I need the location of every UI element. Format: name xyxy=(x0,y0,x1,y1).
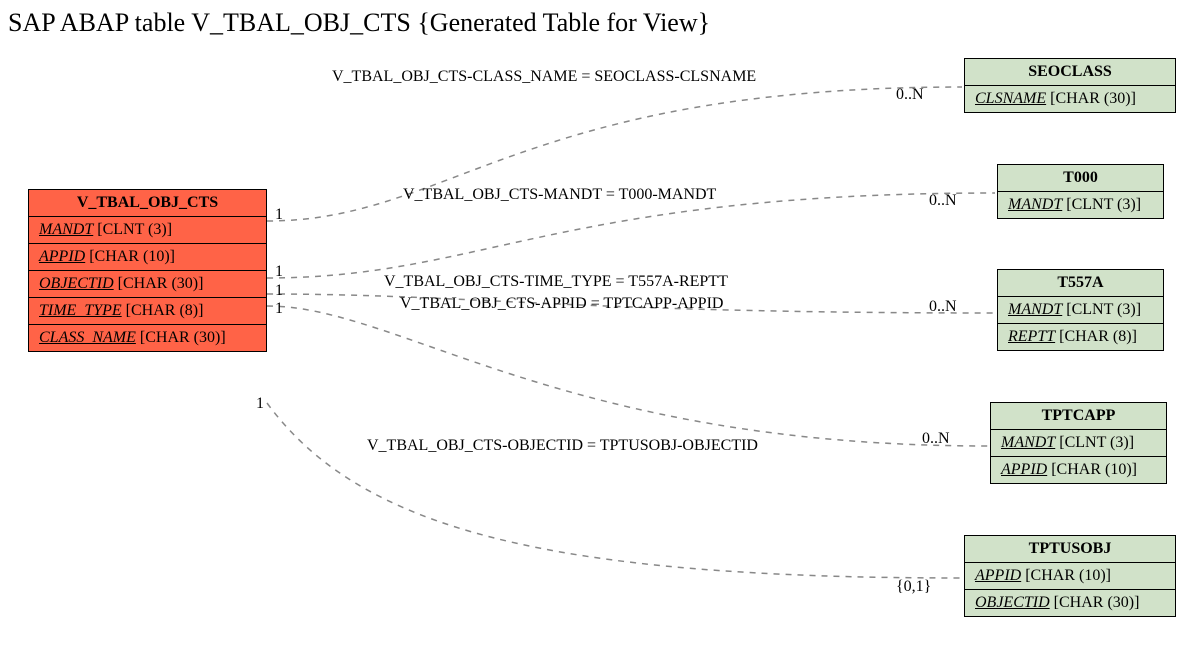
entity-tptcapp: TPTCAPP MANDT [CLNT (3)] APPID [CHAR (10… xyxy=(990,402,1167,484)
cardinality-right: {0,1} xyxy=(896,578,931,596)
entity-t000: T000 MANDT [CLNT (3)] xyxy=(997,164,1164,219)
entity-main-field: TIME_TYPE [CHAR (8)] xyxy=(29,298,266,325)
entity-field: APPID [CHAR (10)] xyxy=(991,457,1166,483)
entity-field: APPID [CHAR (10)] xyxy=(965,563,1175,590)
relation-label: V_TBAL_OBJ_CTS-CLASS_NAME = SEOCLASS-CLS… xyxy=(332,68,756,86)
entity-header: SEOCLASS xyxy=(965,59,1175,86)
cardinality-right: 0..N xyxy=(929,298,957,316)
cardinality-left: 1 xyxy=(275,300,283,318)
entity-field: OBJECTID [CHAR (30)] xyxy=(965,590,1175,616)
cardinality-right: 0..N xyxy=(896,86,924,104)
entity-field: CLSNAME [CHAR (30)] xyxy=(965,86,1175,112)
cardinality-left: 1 xyxy=(256,395,264,413)
cardinality-left: 1 xyxy=(275,263,283,281)
entity-header: TPTCAPP xyxy=(991,403,1166,430)
relation-label: V_TBAL_OBJ_CTS-TIME_TYPE = T557A-REPTT xyxy=(384,273,728,291)
cardinality-left: 1 xyxy=(275,282,283,300)
entity-main-field: OBJECTID [CHAR (30)] xyxy=(29,271,266,298)
cardinality-right: 0..N xyxy=(922,430,950,448)
entity-tptusobj: TPTUSOBJ APPID [CHAR (10)] OBJECTID [CHA… xyxy=(964,535,1176,617)
entity-main-field: APPID [CHAR (10)] xyxy=(29,244,266,271)
entity-main-field: CLASS_NAME [CHAR (30)] xyxy=(29,325,266,351)
entity-main: V_TBAL_OBJ_CTS MANDT [CLNT (3)] APPID [C… xyxy=(28,189,267,352)
entity-field: MANDT [CLNT (3)] xyxy=(998,192,1163,218)
entity-field: REPTT [CHAR (8)] xyxy=(998,324,1163,350)
entity-header: TPTUSOBJ xyxy=(965,536,1175,563)
relation-label: V_TBAL_OBJ_CTS-OBJECTID = TPTUSOBJ-OBJEC… xyxy=(367,437,758,455)
entity-field: MANDT [CLNT (3)] xyxy=(998,297,1163,324)
entity-seoclass: SEOCLASS CLSNAME [CHAR (30)] xyxy=(964,58,1176,113)
entity-header: T557A xyxy=(998,270,1163,297)
page-title: SAP ABAP table V_TBAL_OBJ_CTS {Generated… xyxy=(8,8,710,38)
entity-t557a: T557A MANDT [CLNT (3)] REPTT [CHAR (8)] xyxy=(997,269,1164,351)
entity-header: T000 xyxy=(998,165,1163,192)
entity-main-header: V_TBAL_OBJ_CTS xyxy=(29,190,266,217)
relation-label: V_TBAL_OBJ_CTS-APPID = TPTCAPP-APPID xyxy=(400,295,723,313)
cardinality-right: 0..N xyxy=(929,192,957,210)
entity-field: MANDT [CLNT (3)] xyxy=(991,430,1166,457)
entity-main-field: MANDT [CLNT (3)] xyxy=(29,217,266,244)
cardinality-left: 1 xyxy=(275,206,283,224)
relation-label: V_TBAL_OBJ_CTS-MANDT = T000-MANDT xyxy=(403,186,716,204)
